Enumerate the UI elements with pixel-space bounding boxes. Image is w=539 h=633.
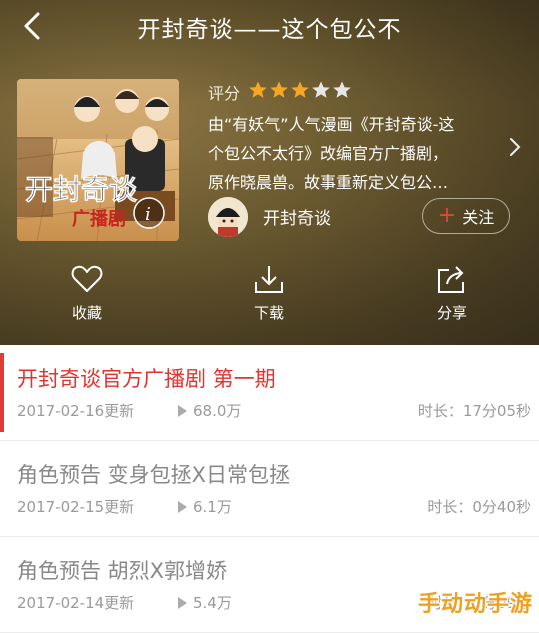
episode-date: 2017-02-16更新: [17, 402, 135, 420]
description-line: 由“有妖气”人气漫画《开封奇谈-这: [208, 115, 455, 134]
play-count-icon: [178, 500, 187, 513]
star-icon: [291, 81, 309, 98]
star-icon: [333, 81, 351, 98]
rating-label: 评分: [208, 84, 241, 103]
episode-plays: 68.0万: [178, 400, 241, 421]
episode-item[interactable]: 角色预告 胡烈X郭增娇 2017-02-14更新 5.4万 时长：0分09秒: [0, 537, 539, 633]
episode-date: 2017-02-14更新: [17, 594, 135, 612]
episode-plays: 5.4万: [178, 592, 232, 613]
episode-title: 角色预告 变身包拯X日常包拯: [17, 463, 291, 487]
episode-duration: 时长：0分40秒: [427, 498, 531, 516]
action-bar: 收藏 下载 分享: [0, 262, 539, 332]
rating-stars: [248, 80, 353, 104]
cover-title: 开封奇谈: [25, 173, 138, 206]
description-line: 个包公不太行》改编官方广播剧，: [208, 144, 449, 163]
share-button[interactable]: 分享: [407, 262, 497, 323]
episode-title: 角色预告 胡烈X郭增娇: [17, 559, 228, 583]
top-bar: 开封奇谈——这个包公不: [0, 0, 539, 54]
cover-illustration: 开封奇谈 广播剧 i: [17, 79, 179, 241]
author-avatar[interactable]: [208, 197, 248, 237]
play-count: 5.4万: [193, 594, 232, 612]
author-name[interactable]: 开封奇谈: [263, 204, 331, 229]
album-info: 评分 由“有妖气”人气漫画《开封奇谈-这 个包公不太行》改编官方广播剧， 原作晓…: [208, 80, 508, 197]
episode-item[interactable]: 开封奇谈官方广播剧 第一期 2017-02-16更新 68.0万 时长：17分0…: [0, 345, 539, 441]
play-count-icon: [178, 404, 187, 417]
share-icon: [438, 266, 464, 293]
share-label: 分享: [436, 304, 467, 322]
episode-title: 开封奇谈官方广播剧 第一期: [17, 367, 276, 391]
favorite-label: 收藏: [71, 304, 102, 322]
album-cover[interactable]: 开封奇谈 广播剧 i: [17, 79, 179, 241]
play-count-icon: [178, 596, 187, 609]
follow-label: 关注: [462, 208, 495, 227]
episode-item[interactable]: 角色预告 变身包拯X日常包拯 2017-02-15更新 6.1万 时长：0分40…: [0, 441, 539, 537]
star-icon: [312, 81, 330, 98]
download-button[interactable]: 下载: [224, 262, 314, 323]
avatar-image: [208, 197, 248, 237]
episode-duration: 时长：17分05秒: [417, 402, 531, 420]
cover-subtitle: 广播剧: [72, 208, 126, 230]
expand-description-button[interactable]: [508, 136, 522, 158]
play-count: 68.0万: [193, 402, 242, 420]
follow-button[interactable]: + 关注: [422, 198, 510, 234]
episode-plays: 6.1万: [178, 496, 232, 517]
play-count: 6.1万: [193, 498, 232, 516]
star-icon: [270, 81, 288, 98]
star-icon: [249, 81, 267, 98]
chevron-right-icon: [510, 138, 521, 156]
heart-icon: [71, 265, 103, 292]
page-title: 开封奇谈——这个包公不: [137, 17, 402, 43]
description-line: 原作晓晨兽。故事重新定义包公…: [208, 173, 449, 192]
album-description: 由“有妖气”人气漫画《开封奇谈-这 个包公不太行》改编官方广播剧， 原作晓晨兽。…: [208, 110, 500, 197]
svg-text:i: i: [145, 204, 151, 225]
rating: 评分: [208, 80, 508, 104]
favorite-button[interactable]: 收藏: [42, 262, 132, 323]
plus-icon: +: [437, 203, 457, 228]
watermark: 手动动手游: [417, 592, 533, 617]
download-label: 下载: [253, 304, 284, 322]
download-icon: [255, 266, 283, 293]
episode-date: 2017-02-15更新: [17, 498, 135, 516]
